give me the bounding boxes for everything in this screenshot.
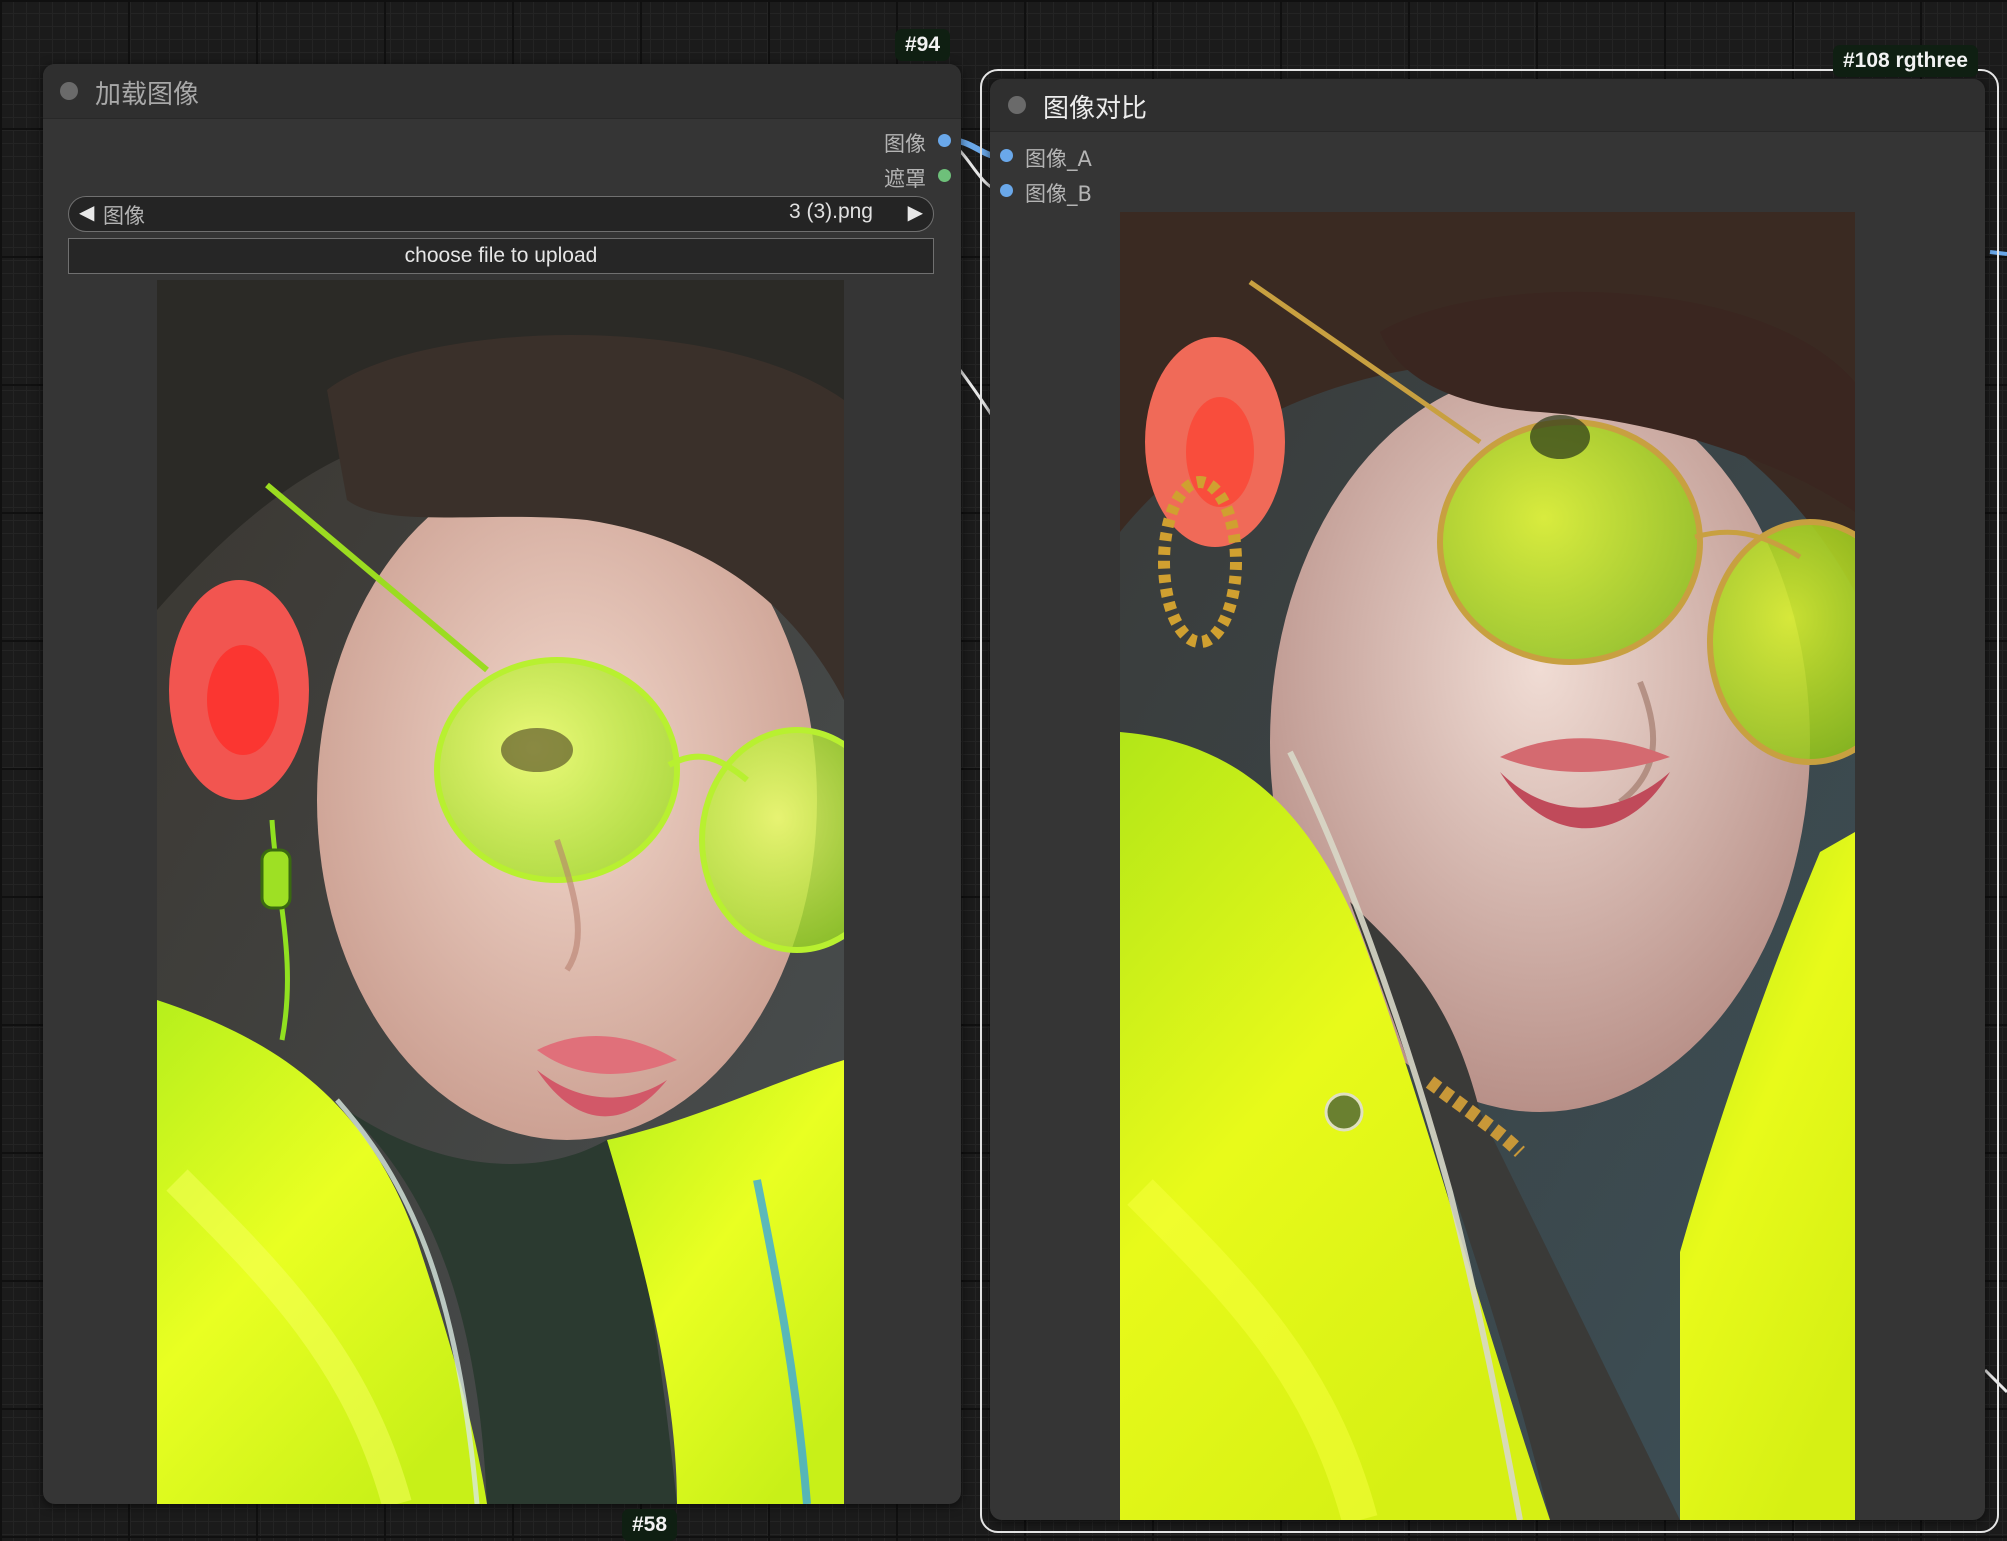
node-id-badge-load: #94 [895,29,951,61]
combo-name: 图像 [103,204,145,228]
output-slot-mask[interactable] [938,169,951,182]
output-slot-image[interactable] [938,134,951,147]
node-id-badge-compare: #108 rgthree [1833,45,1978,77]
comparison-image-preview[interactable] [1120,212,1855,1520]
load-image-node[interactable]: 加载图像 图像 遮罩 ◀ 图像 3 (3).png ▶ choose file … [43,64,961,1504]
input-label-image-b: 图像_B [1025,182,1092,206]
node-title: 加载图像 [95,80,200,110]
node-header[interactable]: 加载图像 [43,64,961,119]
node-title: 图像对比 [1043,94,1148,124]
node-header[interactable]: 图像对比 [990,79,1985,132]
collapse-dot[interactable] [1008,96,1026,114]
anime-portrait-image [157,280,844,1504]
loaded-image-preview [157,280,844,1504]
prev-arrow-icon[interactable]: ◀ [79,200,94,224]
input-label-image-a: 图像_A [1025,147,1092,171]
input-slot-image-b[interactable] [1000,184,1013,197]
combo-value: 3 (3).png [788,200,873,223]
photo-portrait-image [1120,212,1855,1520]
image-combo-widget[interactable]: ◀ 图像 3 (3).png ▶ [68,196,934,232]
output-label-mask: 遮罩 [884,167,926,191]
output-label-image: 图像 [884,132,926,156]
collapse-dot[interactable] [60,82,78,100]
upload-button[interactable]: choose file to upload [68,238,934,274]
next-arrow-icon[interactable]: ▶ [908,200,923,224]
image-comparer-node[interactable]: 图像对比 图像_A 图像_B [990,79,1985,1520]
node-id-badge-bottom: #58 [622,1509,678,1541]
input-slot-image-a[interactable] [1000,149,1013,162]
